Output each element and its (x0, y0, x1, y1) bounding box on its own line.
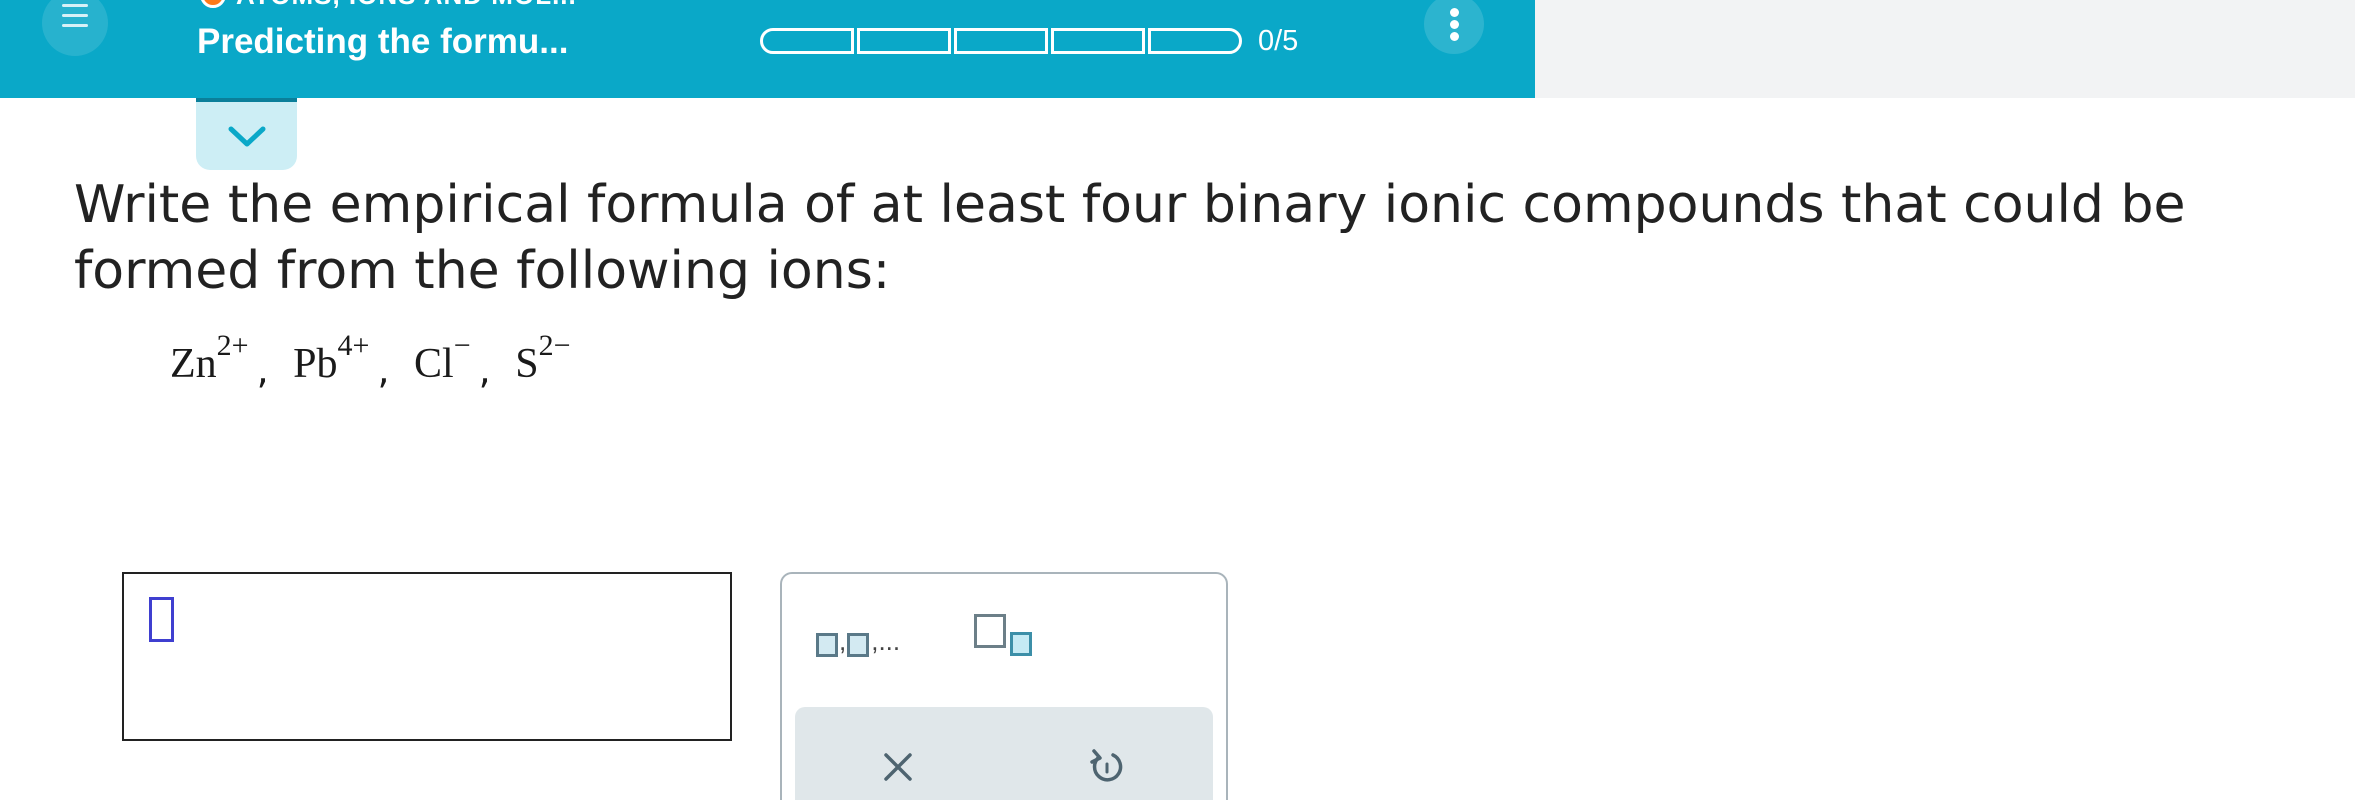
ion-symbol: S (515, 341, 539, 387)
undo-button[interactable] (1087, 747, 1127, 791)
question-text: Write the empirical formula of at least … (74, 175, 2186, 301)
x-icon (884, 753, 912, 781)
hamburger-menu-icon-line (62, 24, 88, 27)
palette-action-bar (795, 707, 1213, 800)
undo-icon (1090, 749, 1123, 782)
ion-list: Zn2+, Pb4+, Cl−, S2− (170, 331, 571, 393)
progress-label: 0/5 (1258, 24, 1299, 57)
vertical-dots-icon-dot (1450, 20, 1459, 29)
math-palette: , ,... (780, 572, 1228, 800)
ion-charge: 2+ (216, 329, 249, 362)
list-ellipsis-text: ,... (871, 626, 901, 656)
progress-bar: 0/5 (760, 24, 1299, 57)
ion-separator: , (256, 348, 269, 392)
progress-segment (1051, 28, 1145, 54)
progress-segment (954, 28, 1048, 54)
status-dot-icon (200, 0, 226, 8)
ion-charge: − (453, 329, 471, 362)
progress-segment (760, 28, 854, 54)
category-row: ATOMS, IONS AND MOL... (200, 0, 577, 11)
hamburger-menu-icon (62, 4, 88, 7)
ion-symbol: Pb (293, 341, 338, 387)
ion-separator: , (478, 348, 491, 392)
topic-title[interactable]: Predicting the formu... (197, 22, 568, 62)
answer-input[interactable] (122, 572, 732, 741)
subscript-template-button[interactable] (974, 614, 1038, 662)
square-icon (847, 633, 870, 657)
base-square-icon (974, 614, 1006, 648)
menu-button[interactable] (42, 0, 108, 56)
vertical-dots-icon (1450, 8, 1459, 17)
ion-symbol: Cl (414, 341, 454, 387)
ion-separator: , (377, 348, 390, 392)
ion-charge: 4+ (337, 329, 370, 362)
category-label: ATOMS, IONS AND MOL... (236, 0, 577, 11)
progress-segment (1148, 28, 1242, 54)
hamburger-menu-icon-line (62, 14, 88, 17)
list-template-button[interactable]: , ,... (816, 617, 900, 657)
top-header-bar: ATOMS, IONS AND MOL... Predicting the fo… (0, 0, 1535, 98)
header-right-area (1535, 0, 2355, 98)
ion-symbol: Zn (170, 341, 217, 387)
page: ATOMS, IONS AND MOL... Predicting the fo… (0, 0, 2355, 800)
subscript-square-icon (1010, 632, 1032, 656)
ion-charge: 2− (538, 329, 571, 362)
more-options-button[interactable] (1424, 0, 1484, 54)
collapse-toggle-button[interactable] (196, 98, 297, 170)
clear-button[interactable] (880, 749, 916, 789)
square-icon (816, 633, 838, 657)
progress-segment (857, 28, 951, 54)
chevron-down-icon (228, 126, 266, 147)
vertical-dots-icon-dot (1450, 32, 1459, 41)
list-separator-text: , (839, 626, 847, 656)
input-placeholder-box[interactable] (149, 597, 174, 642)
